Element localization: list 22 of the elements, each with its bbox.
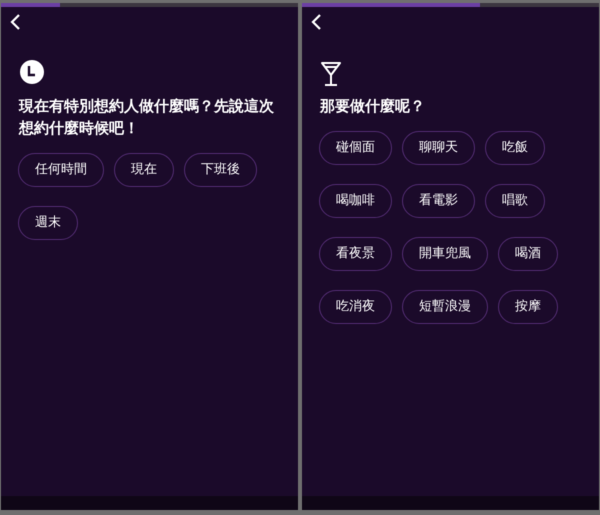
question-text: 現在有特別想約人做什麼嗎？先說這次想約什麼時候吧！ [18,96,275,139]
option-chip[interactable]: 看夜景 [319,237,392,271]
option-chip[interactable]: 碰個面 [319,131,392,165]
option-chip[interactable]: 看電影 [402,184,475,218]
option-chip[interactable]: 喝咖啡 [319,184,392,218]
option-chip[interactable]: 吃消夜 [319,290,392,324]
option-chip[interactable]: 下班後 [184,153,257,187]
option-chip[interactable]: 聊聊天 [402,131,475,165]
option-chip[interactable]: 按摩 [498,290,558,324]
option-chip[interactable]: 開車兜風 [402,237,488,271]
option-chip[interactable]: 短暫浪漫 [402,290,488,324]
cocktail-glass-icon [320,61,342,87]
option-chip[interactable]: 週末 [18,206,78,240]
option-chip[interactable]: 任何時間 [18,153,104,187]
clock-icon [19,59,45,85]
option-chip[interactable]: 現在 [114,153,174,187]
back-icon[interactable] [310,13,322,31]
option-chip[interactable]: 吃飯 [485,131,545,165]
option-chip[interactable]: 喝酒 [498,237,558,271]
question-text: 那要做什麼呢？ [318,96,426,117]
back-icon[interactable] [9,13,21,31]
option-chip[interactable]: 唱歌 [485,184,545,218]
